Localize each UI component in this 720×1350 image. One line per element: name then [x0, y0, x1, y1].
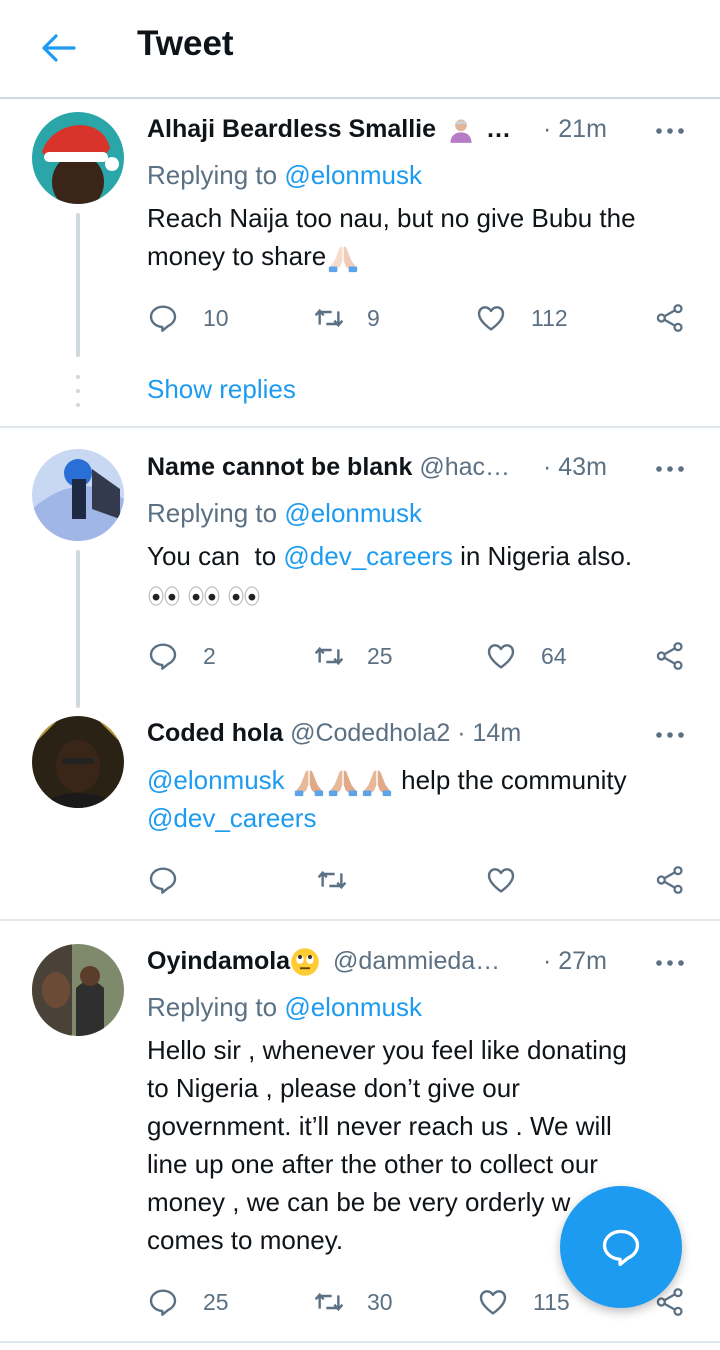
top-bar: Tweet: [0, 0, 720, 99]
timestamp: · 43m: [543, 453, 607, 481]
back-arrow-icon[interactable]: [38, 28, 78, 68]
display-name[interactable]: Alhaji Beardless Smallie: [147, 115, 436, 143]
reply-icon: [147, 864, 179, 896]
more-options-icon[interactable]: [655, 958, 685, 968]
like-count: 64: [541, 642, 567, 669]
timestamp: · 27m: [543, 947, 607, 975]
like-button[interactable]: 115: [477, 1282, 570, 1322]
retweet-button[interactable]: 25: [313, 636, 393, 676]
mention-link[interactable]: @dev_careers: [283, 541, 452, 571]
more-options-icon[interactable]: [655, 464, 685, 474]
retweet-count: 25: [367, 642, 393, 669]
thread-line: [76, 550, 80, 708]
avatar[interactable]: [32, 716, 124, 808]
retweet-icon: [313, 640, 345, 672]
reply-count: 10: [203, 304, 229, 331]
person-emoji-icon: [447, 116, 475, 144]
replying-to: Replying to @elonmusk: [147, 992, 422, 1022]
retweet-button[interactable]: 30: [313, 1282, 393, 1322]
tweet-header: Alhaji Beardless Smallie …: [147, 115, 511, 149]
tweet-header: Oyindamola @dammieda…: [147, 947, 500, 981]
mention-link[interactable]: @dev_careers: [147, 803, 316, 833]
timestamp: · 14m: [457, 719, 522, 747]
share-button[interactable]: [654, 298, 686, 338]
retweet-icon: [313, 302, 345, 334]
eyes-emoji-icon: [227, 582, 261, 610]
tweet-text: You can to @dev_careers in Nigeria also.: [147, 537, 687, 613]
display-name[interactable]: Name cannot be blank: [147, 453, 412, 481]
reply-icon: [147, 1286, 179, 1318]
like-button[interactable]: 64: [485, 636, 567, 676]
praying-hands-emoji-icon: [360, 765, 394, 799]
eyes-emoji-icon: [187, 582, 221, 610]
reply-button[interactable]: 2: [147, 636, 216, 676]
share-icon: [654, 640, 686, 672]
reply-count: 25: [203, 1288, 229, 1315]
reply-button[interactable]: 10: [147, 298, 229, 338]
reply-icon: [147, 302, 179, 334]
username[interactable]: @hac…: [419, 453, 510, 481]
share-button[interactable]: [654, 860, 686, 900]
share-icon: [654, 864, 686, 896]
eyes-emoji-icon: [147, 582, 181, 610]
tweet-header: Coded hola @Codedhola2 · 14m: [147, 719, 521, 753]
more-options-icon[interactable]: [655, 730, 685, 740]
reply-button[interactable]: 25: [147, 1282, 229, 1322]
display-name[interactable]: Oyindamola: [147, 947, 290, 975]
reply-button[interactable]: [147, 860, 179, 900]
retweet-icon: [313, 1286, 345, 1318]
reply-icon: [147, 640, 179, 672]
retweet-button[interactable]: [316, 860, 348, 900]
heart-icon: [485, 864, 517, 896]
avatar[interactable]: [32, 449, 124, 541]
heart-icon: [485, 640, 517, 672]
timestamp: · 21m: [543, 115, 607, 143]
reply-count: 2: [203, 642, 216, 669]
share-button[interactable]: [654, 636, 686, 676]
retweet-count: 9: [367, 304, 380, 331]
replying-to: Replying to @elonmusk: [147, 498, 422, 528]
eye-roll-emoji-icon: [290, 947, 320, 977]
reply-mention-link[interactable]: @elonmusk: [284, 498, 422, 528]
display-name[interactable]: Coded hola: [147, 719, 283, 747]
speech-bubble-icon: [602, 1229, 640, 1267]
praying-hands-emoji-icon: [326, 241, 360, 275]
like-count: 115: [533, 1288, 570, 1315]
action-bar: [0, 860, 720, 900]
action-bar: 10 9 112: [0, 298, 720, 338]
username[interactable]: @dammieda…: [333, 947, 500, 975]
like-button[interactable]: [485, 860, 517, 900]
tweet-header: Name cannot be blank @hac…: [147, 453, 510, 487]
avatar[interactable]: [32, 944, 124, 1036]
divider: [0, 426, 720, 428]
reply-mention-link[interactable]: @elonmusk: [284, 160, 422, 190]
show-replies-link[interactable]: Show replies: [147, 374, 296, 405]
share-icon: [654, 302, 686, 334]
praying-hands-emoji-icon: [326, 765, 360, 799]
replying-to: Replying to @elonmusk: [147, 160, 422, 190]
tweet-text: @elonmusk help the community @dev_career…: [147, 765, 627, 834]
praying-hands-emoji-icon: [292, 765, 326, 799]
like-button[interactable]: 112: [475, 298, 568, 338]
compose-reply-button[interactable]: [560, 1186, 682, 1308]
username[interactable]: @Codedhola2: [290, 719, 450, 747]
thread-dots: [76, 375, 80, 407]
action-bar: 2 25 64: [0, 636, 720, 676]
username[interactable]: …: [486, 115, 511, 143]
retweet-button[interactable]: 9: [313, 298, 380, 338]
more-options-icon[interactable]: [655, 126, 685, 136]
page-title: Tweet: [137, 24, 234, 63]
heart-icon: [477, 1286, 509, 1318]
tweet-text: Reach Naija too nau, but no give Bubu th…: [147, 199, 687, 275]
retweet-count: 30: [367, 1288, 393, 1315]
like-count: 112: [531, 304, 568, 331]
heart-icon: [475, 302, 507, 334]
divider: [0, 919, 720, 921]
divider: [0, 1341, 720, 1343]
avatar[interactable]: [32, 112, 124, 204]
mention-link[interactable]: @elonmusk: [147, 765, 285, 795]
reply-mention-link[interactable]: @elonmusk: [284, 992, 422, 1022]
retweet-icon: [316, 864, 348, 896]
